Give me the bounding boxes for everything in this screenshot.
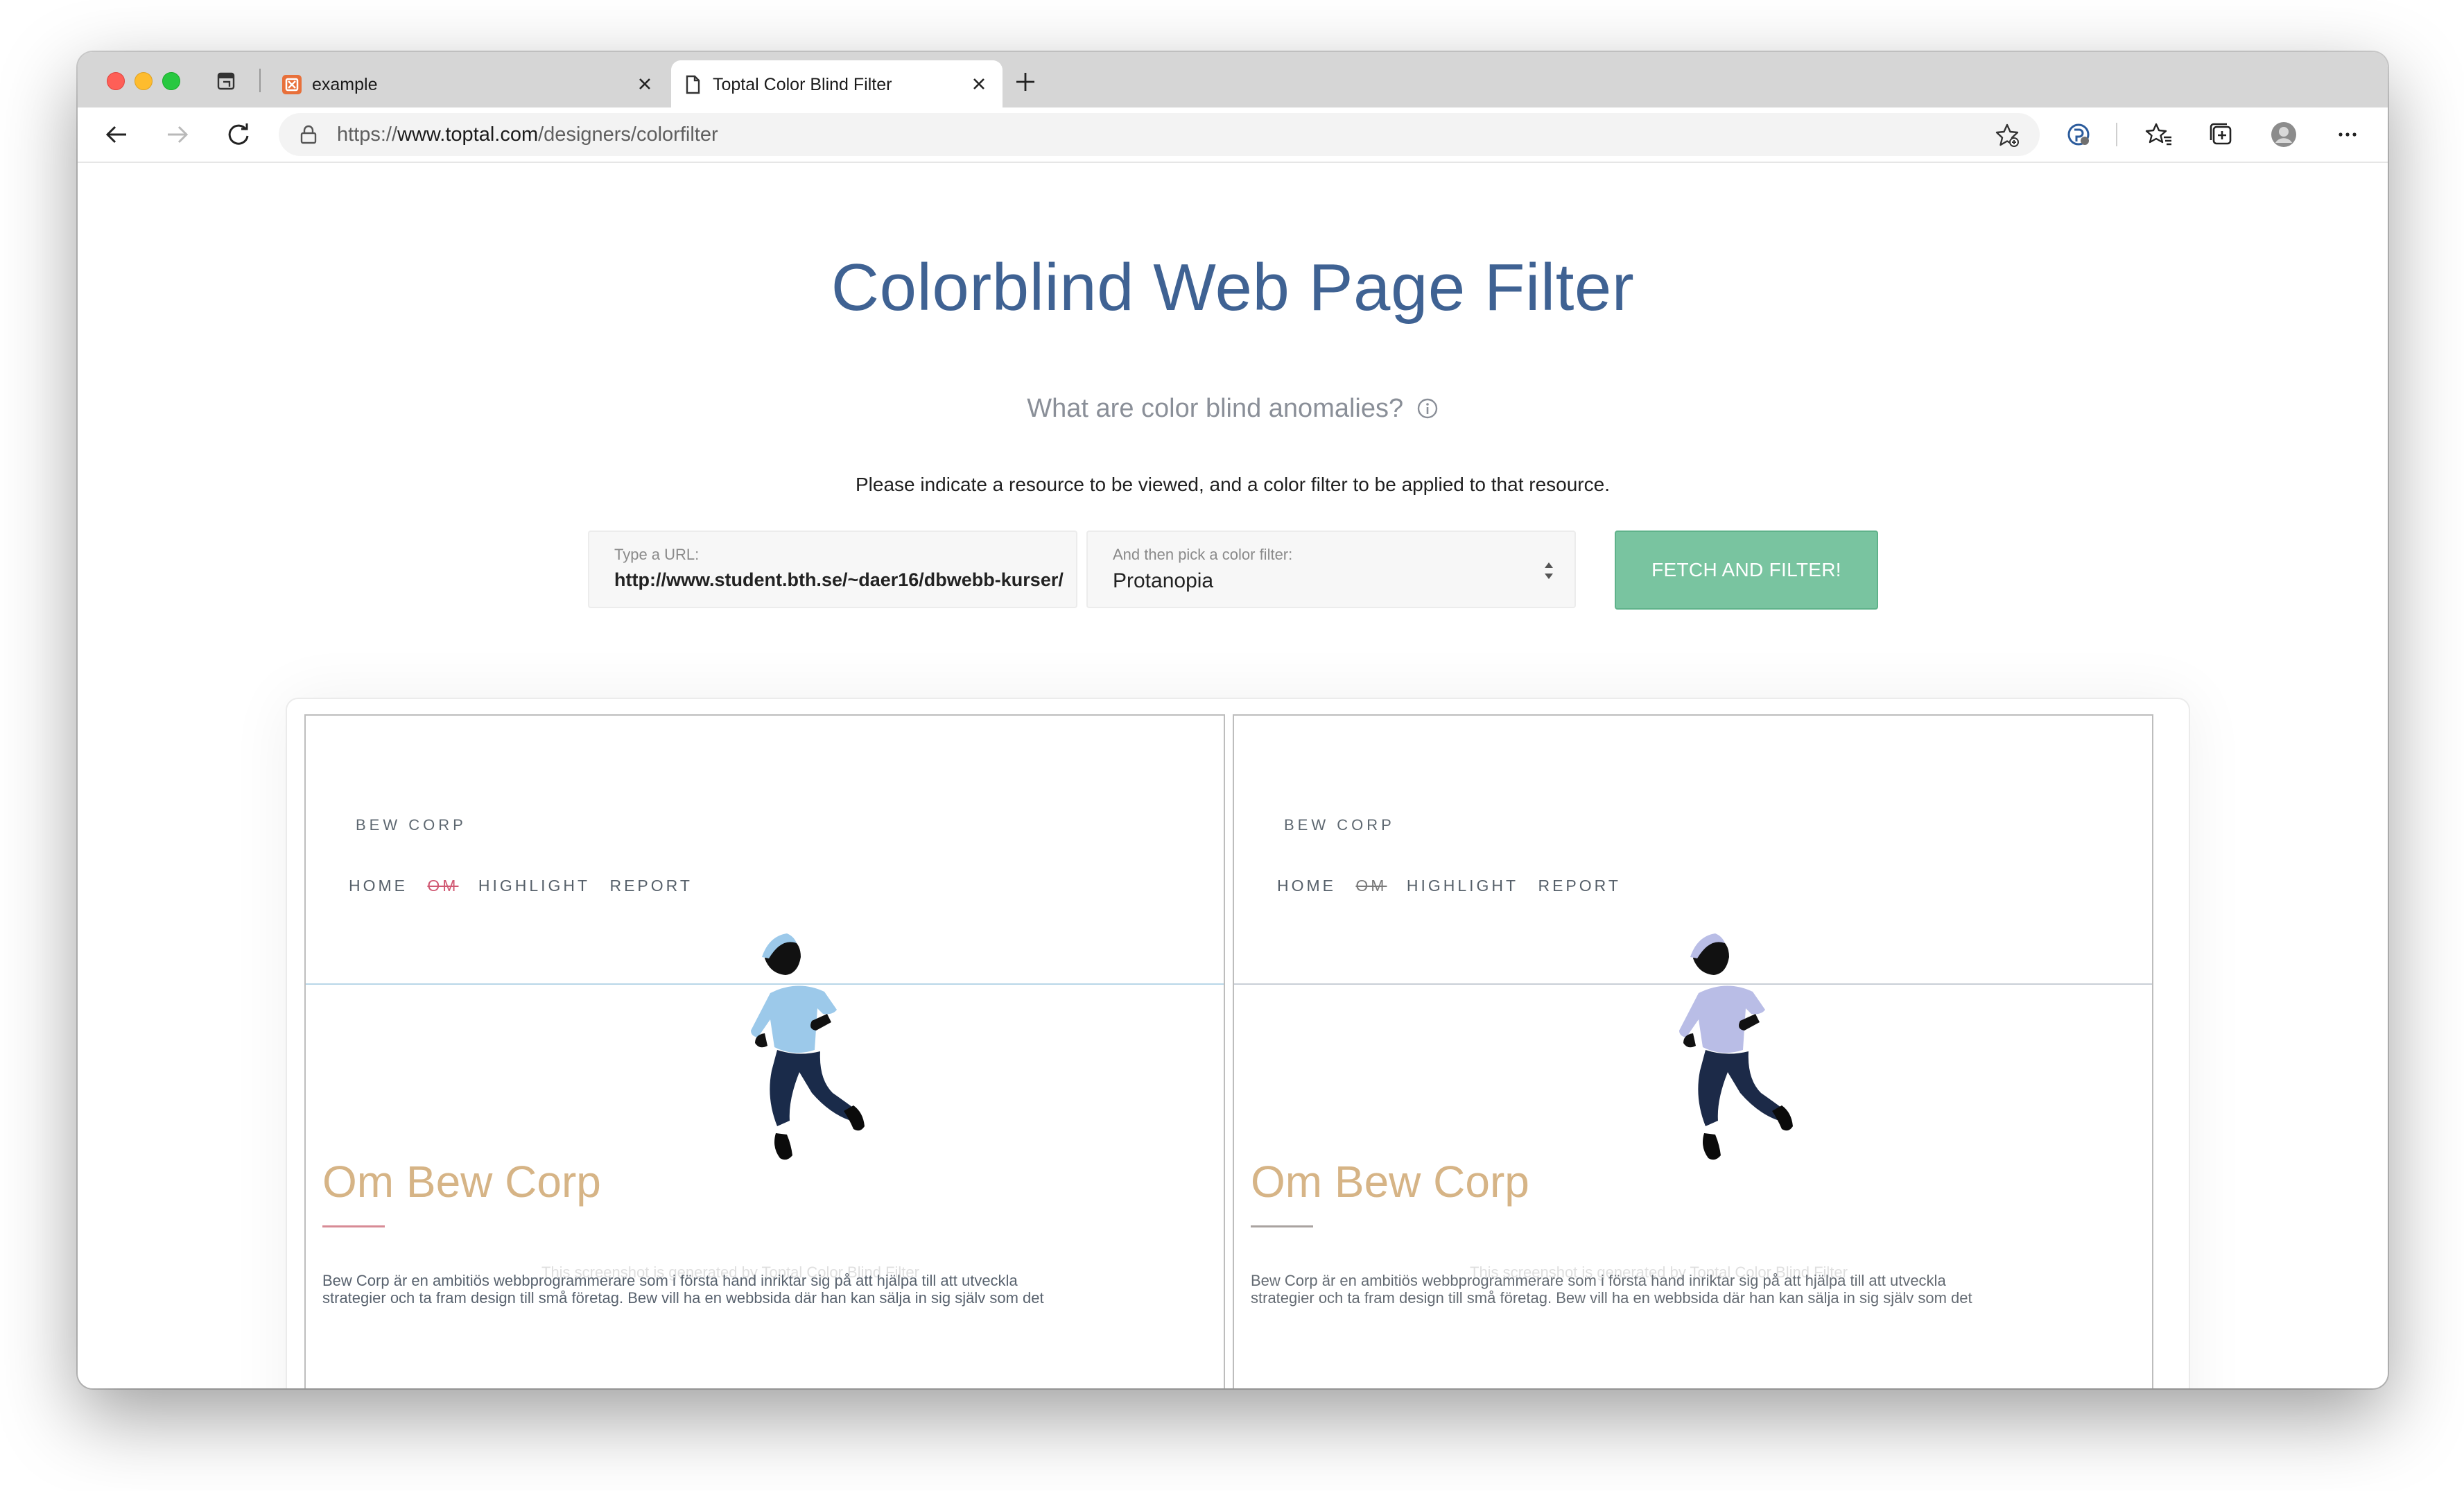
forward-icon[interactable] [164, 121, 191, 148]
preview-paragraph: Bew Corp är en ambitiös webbprogrammerar… [322, 1272, 1217, 1307]
url-scheme: https:// [337, 123, 398, 146]
preview-heading: Om Bew Corp [322, 1157, 601, 1207]
preview-nav-om: OM [1355, 877, 1387, 895]
tab-title: Toptal Color Blind Filter [713, 75, 892, 94]
reload-icon[interactable] [225, 121, 252, 148]
page-icon [686, 75, 700, 94]
preview-nav-om: OM [427, 877, 459, 895]
add-favorite-icon[interactable] [1994, 122, 2020, 148]
extension-icon[interactable] [2065, 121, 2092, 148]
preview-nav-highlight: HIGHLIGHT [478, 877, 591, 895]
profile-icon[interactable] [2270, 121, 2298, 148]
preview-brand: BEW CORP [1284, 816, 1395, 834]
close-window-button[interactable] [107, 72, 125, 90]
new-tab-icon[interactable] [1014, 70, 1037, 94]
maximize-window-button[interactable] [162, 72, 180, 90]
page-subtitle[interactable]: What are color blind anomalies? [78, 394, 2388, 424]
favorites-icon[interactable] [2145, 121, 2173, 148]
instructions: Please indicate a resource to be viewed,… [856, 474, 1610, 495]
tab-title: example [312, 75, 378, 94]
collections-icon[interactable] [2207, 121, 2235, 148]
preview-paragraph-line: Bew Corp är en ambitiös webbprogrammerar… [1251, 1272, 1946, 1289]
tab-toptal[interactable]: Toptal Color Blind Filter [671, 60, 1003, 107]
url-path: /designers/colorfilter [538, 123, 718, 146]
toolbar-separator [2116, 123, 2117, 146]
address-url: https://www.toptal.com/designers/colorfi… [337, 123, 718, 146]
url-field-label: Type a URL: [614, 546, 700, 563]
orange-app-icon [282, 75, 302, 94]
preview-nav-report: REPORT [609, 877, 693, 895]
tab-example[interactable]: example [270, 60, 668, 107]
url-input[interactable]: http://www.student.bth.se/~daer16/dbwebb… [614, 569, 1064, 591]
info-icon[interactable] [1416, 397, 1439, 420]
preview-paragraph-line: strategier och ta fram design till små f… [1251, 1289, 1972, 1307]
preview-paragraph-line: Bew Corp är en ambitiös webbprogrammerar… [322, 1272, 1018, 1289]
color-filter-select[interactable]: And then pick a color filter: Protanopia [1086, 531, 1576, 608]
tab-bar: example Toptal Color Blind Filter [78, 52, 2388, 107]
preview-nav-report: REPORT [1538, 877, 1621, 895]
preview-paragraph: Bew Corp är en ambitiös webbprogrammerar… [1251, 1272, 2145, 1307]
jumping-man-image [1679, 933, 1793, 1160]
jumping-man-image [751, 933, 865, 1160]
minimize-window-button[interactable] [135, 72, 153, 90]
more-icon[interactable] [2334, 121, 2361, 148]
preview-heading-rule [322, 1225, 385, 1227]
subtitle-text[interactable]: What are color blind anomalies? [1027, 394, 1403, 423]
address-bar[interactable]: https://www.toptal.com/designers/colorfi… [279, 113, 2040, 156]
tab-actions-icon[interactable] [216, 71, 236, 91]
page-content: Colorblind Web Page Filter What are colo… [78, 163, 2388, 1388]
comparison-panel: BEW CORP HOME OM HIGHLIGHT REPORT Om Bew… [286, 698, 2190, 1388]
url-host: www.toptal.com [397, 123, 539, 146]
close-tab-icon[interactable] [635, 74, 654, 94]
preview-brand: BEW CORP [356, 816, 467, 834]
preview-paragraph-line: strategier och ta fram design till små f… [322, 1289, 1044, 1307]
preview-nav: HOME OM HIGHLIGHT REPORT [1277, 877, 1633, 895]
page-title: Colorblind Web Page Filter [831, 250, 1635, 325]
preview-nav-home: HOME [349, 877, 408, 895]
preview-nav: HOME OM HIGHLIGHT REPORT [349, 877, 705, 895]
filtered-preview[interactable]: BEW CORP HOME OM HIGHLIGHT REPORT Om Bew… [1233, 714, 2153, 1388]
url-field[interactable]: Type a URL: http://www.student.bth.se/~d… [588, 531, 1077, 608]
back-icon[interactable] [103, 121, 130, 148]
preview-nav-highlight: HIGHLIGHT [1406, 877, 1519, 895]
tab-separator [259, 69, 261, 92]
browser-toolbar: https://www.toptal.com/designers/colorfi… [78, 107, 2388, 163]
original-preview[interactable]: BEW CORP HOME OM HIGHLIGHT REPORT Om Bew… [304, 714, 1225, 1388]
preview-heading-rule [1251, 1225, 1313, 1227]
selected-filter[interactable]: Protanopia [1113, 569, 1213, 593]
preview-heading: Om Bew Corp [1251, 1157, 1529, 1207]
filter-field-label: And then pick a color filter: [1113, 546, 1293, 563]
browser-window: example Toptal Color Blind Filter https:… [78, 52, 2388, 1388]
fetch-and-filter-button[interactable]: FETCH AND FILTER! [1615, 531, 1878, 610]
preview-nav-home: HOME [1277, 877, 1336, 895]
select-arrows-icon[interactable] [1543, 558, 1555, 583]
close-tab-icon[interactable] [969, 74, 989, 94]
lock-icon[interactable] [300, 125, 318, 144]
